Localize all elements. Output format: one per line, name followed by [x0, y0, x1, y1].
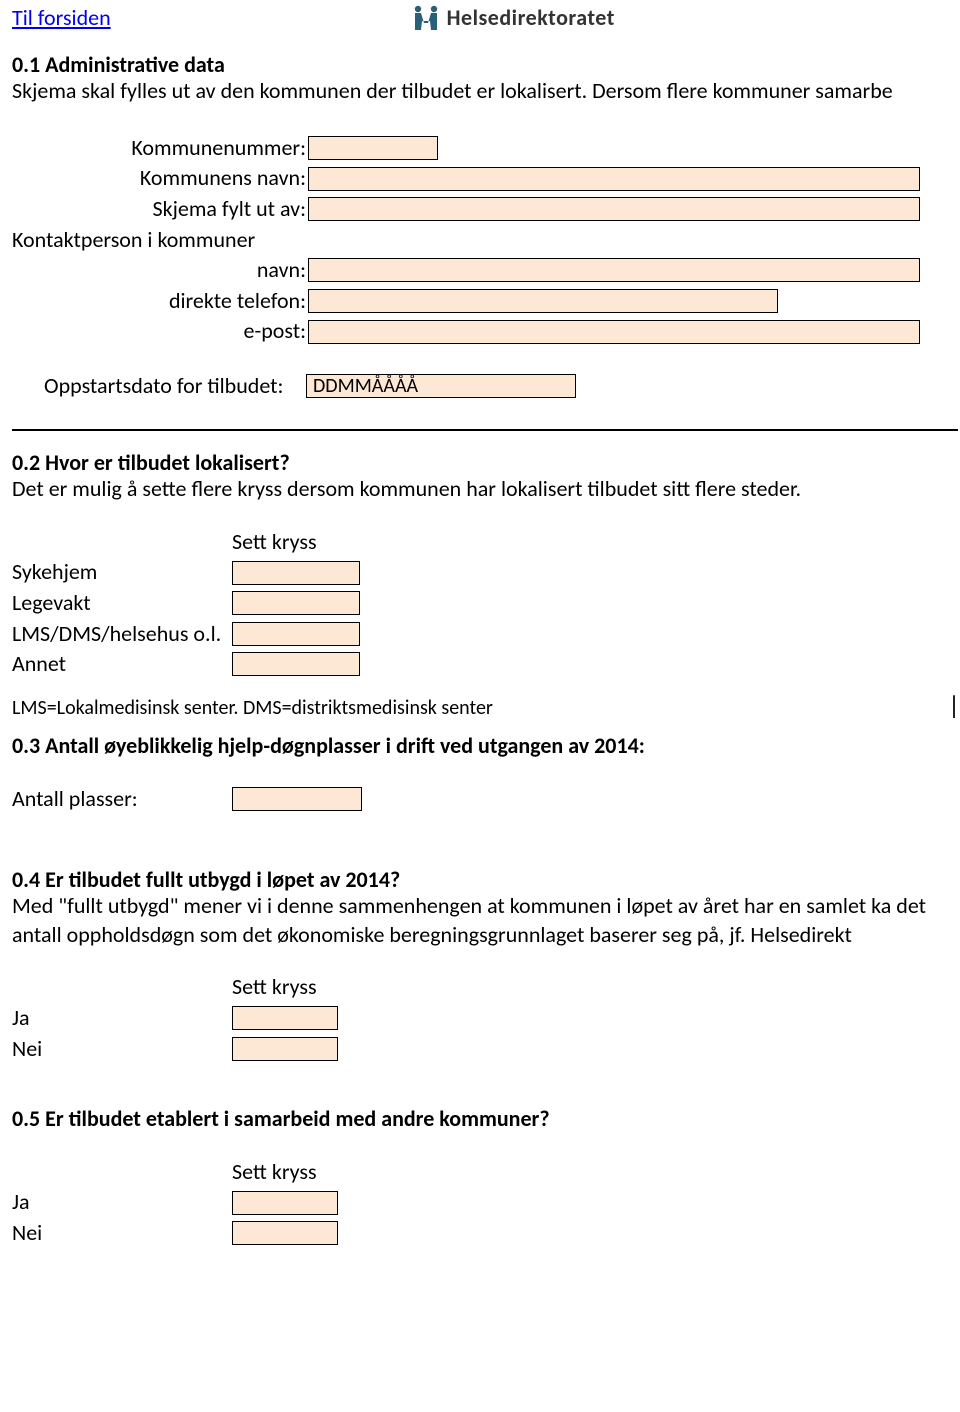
q04-check-1[interactable] [232, 1037, 338, 1061]
q02-head: Sett kryss [12, 528, 960, 557]
input-kommunenummer[interactable] [308, 136, 438, 160]
text-cursor-icon: | [948, 689, 960, 723]
q05-row-0: Ja [12, 1188, 960, 1217]
row-skjema-fylt-ut-av: Skjema fylt ut av: [12, 195, 960, 224]
label-epost: e-post: [12, 317, 308, 346]
q02-label-3: Annet [12, 650, 232, 679]
q04-check-0[interactable] [232, 1006, 338, 1030]
q02-grid: Sett kryss Sykehjem Legevakt LMS/DMS/hel… [12, 528, 960, 679]
divider [12, 429, 958, 431]
q01-title: 0.1 Administrative data [12, 51, 960, 80]
q04-row-1: Nei [12, 1035, 960, 1064]
q05-grid: Sett kryss Ja Nei [12, 1158, 960, 1248]
input-skjema-fylt-ut-av[interactable] [308, 197, 920, 221]
label-kommunens-navn: Kommunens navn: [12, 164, 308, 193]
q05-head: Sett kryss [12, 1158, 960, 1187]
q03-row: Antall plasser: [12, 785, 960, 814]
q04-block: 0.4 Er tilbudet fullt utbygd i løpet av … [12, 866, 960, 1064]
q02-check-1[interactable] [232, 591, 360, 615]
page: Til forsiden Helsedirektoratet 0.1 Admin… [0, 0, 960, 1290]
q03-block: Antall plasser: [12, 785, 960, 814]
q05-label-0: Ja [12, 1188, 232, 1217]
input-kommunens-navn[interactable] [308, 167, 920, 191]
label-oppstartsdato: Oppstartsdato for tilbudet: [12, 372, 306, 401]
q05-check-0[interactable] [232, 1191, 338, 1215]
input-navn[interactable] [308, 258, 920, 282]
q04-subtitle: Med "fullt utbygd" mener vi i denne samm… [12, 892, 960, 949]
label-skjema-fylt-ut-av: Skjema fylt ut av: [12, 195, 308, 224]
label-kommunenummer: Kommunenummer: [12, 134, 308, 163]
q02-row-3: Annet [12, 650, 960, 679]
q03-input[interactable] [232, 787, 362, 811]
row-kontaktperson-heading: Kontaktperson i kommuner [12, 226, 960, 255]
q05-column-header: Sett kryss [232, 1158, 317, 1187]
q02-label-1: Legevakt [12, 589, 232, 618]
row-navn: navn: [12, 256, 960, 285]
q05-block: 0.5 Er tilbudet etablert i samarbeid med… [12, 1105, 960, 1247]
q02-check-3[interactable] [232, 652, 360, 676]
q02-label-2: LMS/DMS/helsehus o.l. [12, 620, 232, 649]
row-oppstartsdato: Oppstartsdato for tilbudet: DDMMÅÅÅÅ [12, 372, 960, 401]
q04-head: Sett kryss [12, 973, 960, 1002]
label-navn: navn: [12, 256, 308, 285]
q01-subtitle: Skjema skal fylles ut av den kommunen de… [12, 77, 960, 106]
q02-row-1: Legevakt [12, 589, 960, 618]
q02-check-2[interactable] [232, 622, 360, 646]
header-row: Til forsiden Helsedirektoratet [12, 4, 960, 33]
q02-column-header: Sett kryss [232, 528, 317, 557]
q02-note-row: LMS=Lokalmedisinsk senter. DMS=distrikts… [12, 681, 960, 723]
q04-title: 0.4 Er tilbudet fullt utbygd i løpet av … [12, 866, 960, 895]
kontaktperson-heading: Kontaktperson i kommuner [12, 226, 257, 255]
q03-label: Antall plasser: [12, 785, 232, 814]
q02-label-0: Sykehjem [12, 558, 232, 587]
input-epost[interactable] [308, 320, 920, 344]
q04-grid: Sett kryss Ja Nei [12, 973, 960, 1063]
q05-title: 0.5 Er tilbudet etablert i samarbeid med… [12, 1105, 960, 1134]
q04-label-0: Ja [12, 1004, 232, 1033]
q03-title: 0.3 Antall øyeblikkelig hjelp-døgnplasse… [12, 732, 960, 761]
row-epost: e-post: [12, 317, 960, 346]
frontpage-link[interactable]: Til forsiden [12, 4, 111, 33]
q01-fields: Kommunenummer: Kommunens navn: Skjema fy… [12, 134, 960, 401]
q04-column-header: Sett kryss [232, 973, 317, 1002]
q02-note: LMS=Lokalmedisinsk senter. DMS=distrikts… [12, 695, 493, 721]
q02-row-0: Sykehjem [12, 558, 960, 587]
q05-check-1[interactable] [232, 1221, 338, 1245]
q02-subtitle: Det er mulig å sette flere kryss dersom … [12, 475, 960, 504]
q05-row-1: Nei [12, 1219, 960, 1248]
helsedirektoratet-icon [411, 5, 441, 31]
row-telefon: direkte telefon: [12, 287, 960, 316]
input-telefon[interactable] [308, 289, 778, 313]
row-kommunenummer: Kommunenummer: [12, 134, 960, 163]
logo: Helsedirektoratet [411, 4, 615, 33]
label-telefon: direkte telefon: [12, 287, 308, 316]
q02-row-2: LMS/DMS/helsehus o.l. [12, 620, 960, 649]
q02-check-0[interactable] [232, 561, 360, 585]
q02-title: 0.2 Hvor er tilbudet lokalisert? [12, 449, 960, 478]
input-oppstartsdato[interactable]: DDMMÅÅÅÅ [306, 374, 576, 398]
q04-label-1: Nei [12, 1035, 232, 1064]
logo-text: Helsedirektoratet [447, 4, 615, 33]
q04-row-0: Ja [12, 1004, 960, 1033]
row-kommunens-navn: Kommunens navn: [12, 164, 960, 193]
q05-label-1: Nei [12, 1219, 232, 1248]
